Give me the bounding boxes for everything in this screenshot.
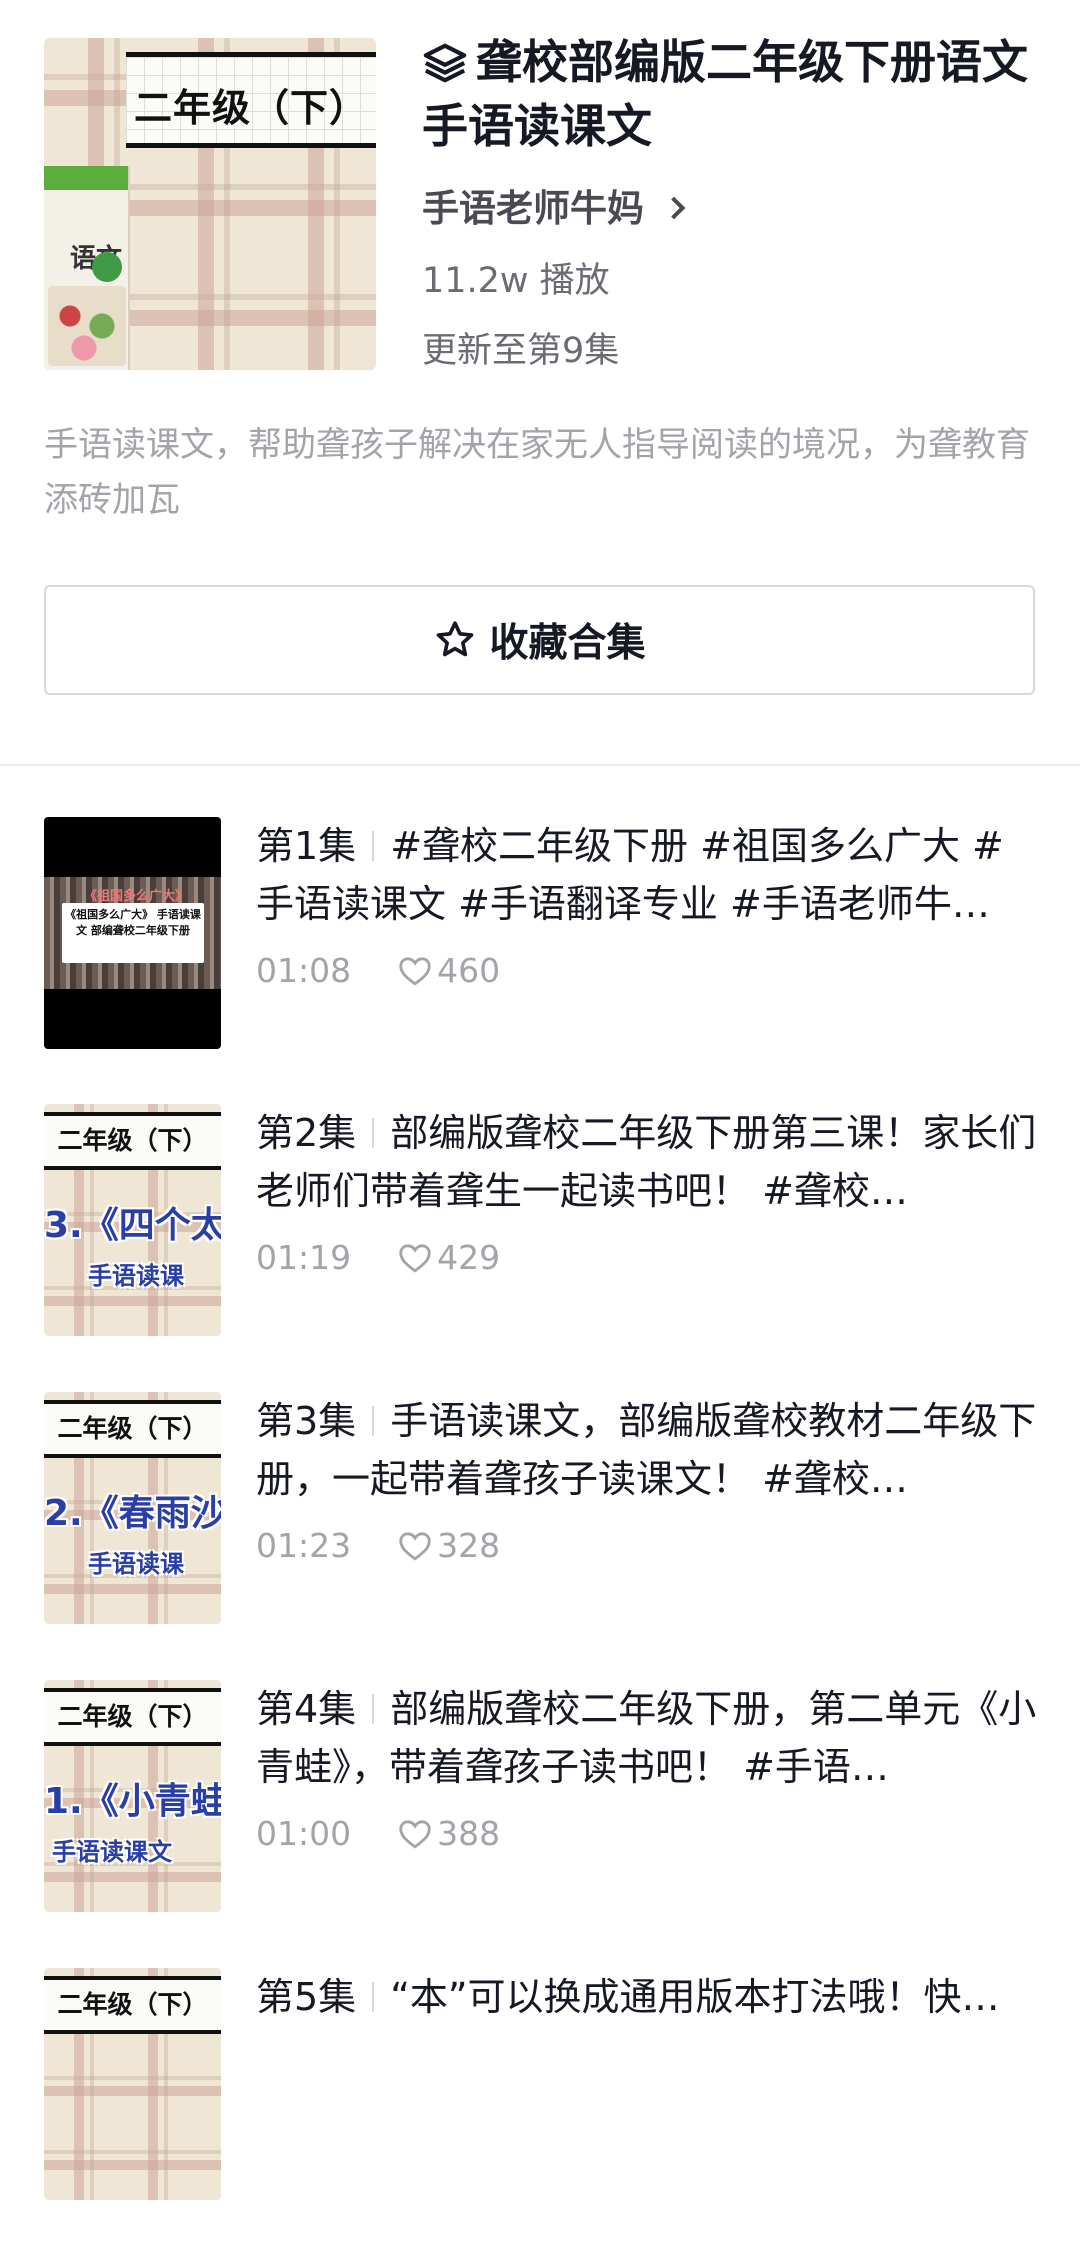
play-count: 11.2w 播放	[422, 261, 610, 301]
episode-title: 第4集 部编版聋校二年级下册，第二单元《小青蛙》，带着聋孩子读书吧！ #手语…	[256, 1680, 1038, 1796]
thumbnail-stage: 《祖国多么广大》 《祖国多么广大》 手语读课文 部编聋校二年级下册	[44, 877, 221, 989]
episode-likes: 429	[437, 1238, 501, 1277]
episode-likes: 328	[437, 1526, 501, 1565]
episode-likes: 388	[437, 1814, 501, 1853]
thumbnail-subtitle: 手语读课	[88, 1550, 184, 1578]
episode-title: 第3集 手语读课文，部编版聋校教材二年级下册，一起带着聋孩子读课文！ #聋校…	[256, 1392, 1038, 1508]
thumbnail-banner: 二年级（下）	[44, 1976, 221, 2034]
episode-item[interactable]: 二年级（下） 2.《春雨沙 手语读课 第3集 手语读课文，部编版聋校教材二年级下册…	[0, 1392, 1080, 1680]
cover-banner: 二年级（下）	[126, 52, 376, 148]
episode-title-text: “本”可以换成通用版本打法哦！快…	[390, 1975, 1000, 2019]
episode-item[interactable]: 《祖国多么广大》 《祖国多么广大》 手语读课文 部编聋校二年级下册 第1集 #聋校…	[0, 817, 1080, 1105]
episode-meta: 01:00 388	[256, 1814, 500, 1853]
separator	[372, 1693, 375, 1724]
thumbnail-banner: 二年级（下）	[44, 1688, 221, 1746]
separator	[372, 1405, 375, 1436]
cover-textbook-image: 语文	[44, 166, 130, 370]
thumbnail-lesson: 2.《春雨沙	[44, 1493, 221, 1534]
episode-thumbnail: 《祖国多么广大》 《祖国多么广大》 手语读课文 部编聋校二年级下册	[44, 817, 221, 1049]
update-status: 更新至第9集	[422, 331, 620, 371]
episode-thumbnail: 二年级（下） 1.《小青蛙 手语读课文	[44, 1680, 221, 1912]
heart-icon	[399, 1243, 431, 1273]
heart-icon	[399, 1531, 431, 1561]
thumbnail-subtitle: 手语读课	[88, 1262, 184, 1290]
episode-title: 第5集 “本”可以换成通用版本打法哦！快…	[256, 1968, 1038, 2026]
episode-thumbnail: 二年级（下） 3.《四个太 手语读课	[44, 1104, 221, 1336]
episode-number: 第5集	[256, 1975, 357, 2019]
thumbnail-banner: 二年级（下）	[44, 1400, 221, 1458]
episode-thumbnail: 二年级（下）	[44, 1968, 221, 2200]
separator	[372, 1117, 375, 1148]
episode-meta: 01:19 429	[256, 1238, 500, 1277]
episode-duration: 01:19	[256, 1238, 352, 1277]
episode-item[interactable]: 二年级（下） 3.《四个太 手语读课 第2集 部编版聋校二年级下册第三课！家长们老…	[0, 1104, 1080, 1392]
collection-description: 手语读课文，帮助聋孩子解决在家无人指导阅读的境况，为聋教育添砖加瓦	[44, 425, 1030, 520]
thumbnail-lesson: 1.《小青蛙	[44, 1781, 221, 1822]
episode-duration: 01:00	[256, 1814, 352, 1853]
thumbnail-banner: 二年级（下）	[44, 1112, 221, 1170]
episode-title-text: #聋校二年级下册 #祖国多么广大 #手语读课文 #手语翻译专业 #手语老师牛…	[256, 824, 1004, 926]
collection-cover-image[interactable]: 二年级（下） 语文	[44, 38, 376, 370]
episode-meta: 01:23 328	[256, 1526, 500, 1565]
author-name: 手语老师牛妈	[422, 187, 644, 230]
collection-layers-icon	[423, 43, 467, 82]
episode-number: 第1集	[256, 824, 357, 868]
episode-number: 第2集	[256, 1111, 357, 1155]
cover-book-illustration	[48, 286, 126, 366]
episode-item[interactable]: 二年级（下） 1.《小青蛙 手语读课文 第4集 部编版聋校二年级下册，第二单元《小…	[0, 1680, 1080, 1968]
episode-meta: 01:08 460	[256, 951, 500, 990]
collection-title-text: 聋校部编版二年级下册语文 手语读课文	[422, 35, 1028, 153]
favorite-label: 收藏合集	[489, 621, 646, 666]
separator	[372, 830, 375, 861]
collection-title: 聋校部编版二年级下册语文 手语读课文	[422, 30, 1032, 158]
episode-number: 第4集	[256, 1687, 357, 1731]
star-icon	[437, 621, 474, 657]
cover-book-badge	[92, 252, 122, 282]
episode-number: 第3集	[256, 1399, 357, 1443]
favorite-collection-button[interactable]: 收藏合集	[44, 585, 1035, 695]
thumbnail-caption: 《祖国多么广大》 手语读课文 部编聋校二年级下册	[62, 903, 204, 963]
episode-duration: 01:23	[256, 1526, 352, 1565]
episode-title: 第2集 部编版聋校二年级下册第三课！家长们老师们带着聋生一起读书吧！ #聋校…	[256, 1104, 1038, 1220]
episode-likes: 460	[437, 951, 501, 990]
cover-banner-text: 二年级（下）	[133, 86, 368, 130]
thumbnail-subtitle: 手语读课文	[52, 1838, 172, 1866]
separator	[372, 1981, 375, 2012]
episode-item[interactable]: 二年级（下） 第5集 “本”可以换成通用版本打法哦！快…	[0, 1968, 1080, 2256]
episode-title: 第1集 #聋校二年级下册 #祖国多么广大 #手语读课文 #手语翻译专业 #手语老师…	[256, 817, 1038, 933]
heart-icon	[399, 1819, 431, 1849]
collection-header: 二年级（下） 语文 聋校部编版二年级下册语文 手语读课文 手语老师牛妈 11.2…	[0, 0, 1080, 766]
episode-duration: 01:08	[256, 951, 352, 990]
chevron-right-icon	[662, 196, 686, 219]
section-divider	[0, 764, 1080, 766]
thumbnail-lesson: 3.《四个太	[44, 1205, 221, 1246]
heart-icon	[399, 956, 431, 986]
episode-thumbnail: 二年级（下） 2.《春雨沙 手语读课	[44, 1392, 221, 1624]
thumbnail-top-text: 《祖国多么广大》	[84, 889, 189, 904]
author-link[interactable]: 手语老师牛妈	[422, 178, 686, 232]
